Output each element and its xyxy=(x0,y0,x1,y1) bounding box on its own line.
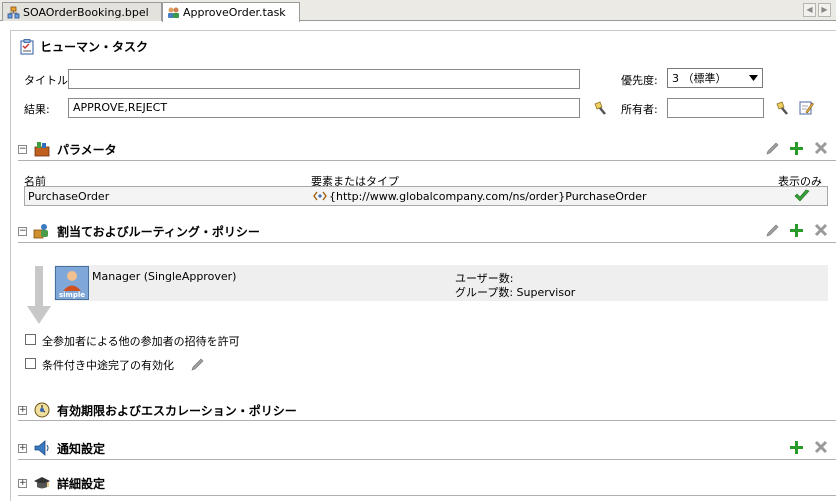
section-divider xyxy=(18,242,836,243)
pencil-icon xyxy=(766,224,778,236)
owner-browse-button[interactable] xyxy=(774,100,790,116)
section-divider xyxy=(18,459,836,460)
delete-notification-button[interactable] xyxy=(813,439,829,455)
priority-label: 優先度: xyxy=(621,74,658,87)
plus-icon xyxy=(789,440,803,454)
pencil-icon xyxy=(766,142,778,154)
section-title: 通知設定 xyxy=(57,441,106,456)
scroll-tabs-left-button[interactable]: ◀ xyxy=(803,3,816,17)
element-type-icon xyxy=(313,191,327,201)
add-notification-button[interactable] xyxy=(788,439,804,455)
section-title: 詳細設定 xyxy=(57,476,106,491)
expand-icon[interactable]: + xyxy=(18,443,27,453)
outcome-browse-button[interactable] xyxy=(592,100,608,116)
page-title-text: ヒューマン・タスク xyxy=(40,40,149,54)
bpel-icon xyxy=(7,6,20,18)
priority-value: 3 （標準） xyxy=(672,72,727,85)
expiration-section-header[interactable]: + 有効期限およびエスカレーション・ポリシー xyxy=(18,401,297,419)
plus-icon xyxy=(789,223,803,237)
allow-invite-label: 全参加者による他の参加者の招待を許可 xyxy=(42,335,240,348)
participant-badge: simple xyxy=(58,291,86,299)
section-divider xyxy=(18,420,836,421)
routing-arrow-icon xyxy=(27,266,51,324)
tab-label: ApproveOrder.task xyxy=(183,6,286,19)
page-title: ヒューマン・タスク xyxy=(20,38,148,55)
allow-invite-checkbox[interactable] xyxy=(25,334,36,345)
tab-label: SOAOrderBooking.bpel xyxy=(23,5,149,19)
add-assignment-button[interactable] xyxy=(788,222,804,238)
participant-name: Manager (SingleApprover) xyxy=(92,270,237,283)
section-title: パラメータ xyxy=(57,142,117,157)
expiration-icon xyxy=(34,402,50,418)
readonly-checkmark[interactable] xyxy=(794,187,810,203)
edit-document-icon xyxy=(799,101,814,114)
owner-input[interactable] xyxy=(667,98,764,118)
owner-label: 所有者: xyxy=(621,103,658,116)
title-input[interactable] xyxy=(68,69,580,89)
owner-edit-button[interactable] xyxy=(798,99,814,115)
outcome-label: 結果: xyxy=(24,103,50,116)
section-title: 割当ておよびルーティング・ポリシー xyxy=(57,224,260,239)
parameter-name-cell: PurchaseOrder xyxy=(28,190,110,203)
chevron-down-icon xyxy=(749,75,758,81)
delete-parameter-button[interactable] xyxy=(813,140,829,156)
collapse-icon[interactable]: − xyxy=(18,226,27,236)
notification-icon xyxy=(34,440,49,456)
plus-icon xyxy=(789,141,803,155)
expand-icon[interactable]: + xyxy=(18,478,27,488)
early-completion-checkbox[interactable] xyxy=(25,358,36,369)
task-icon xyxy=(168,7,179,18)
advanced-section-header[interactable]: + 詳細設定 xyxy=(18,474,105,492)
edit-assignment-button[interactable] xyxy=(764,222,780,238)
edit-parameter-button[interactable] xyxy=(764,140,780,156)
scroll-tabs-right-button[interactable]: ▶ xyxy=(818,3,831,17)
groups-label: グループ数: Supervisor xyxy=(455,286,576,299)
flashlight-icon xyxy=(775,100,788,115)
tab-approveorder[interactable]: ApproveOrder.task xyxy=(162,2,300,22)
section-title: 有効期限およびエスカレーション・ポリシー xyxy=(57,403,297,418)
edit-early-completion-button[interactable] xyxy=(189,356,205,372)
collapse-icon[interactable]: − xyxy=(18,144,27,154)
parameters-icon xyxy=(34,142,50,157)
early-completion-label: 条件付き中途完了の有効化 xyxy=(42,359,174,372)
delete-icon xyxy=(814,141,828,155)
delete-icon xyxy=(814,440,828,454)
parameters-section-header[interactable]: − パラメータ xyxy=(18,140,117,158)
pencil-icon xyxy=(191,358,203,370)
outcome-input[interactable]: APPROVE,REJECT xyxy=(68,98,580,118)
tab-soaorderbooking[interactable]: SOAOrderBooking.bpel xyxy=(2,2,162,21)
delete-icon xyxy=(814,223,828,237)
assignment-section-header[interactable]: − 割当ておよびルーティング・ポリシー xyxy=(18,222,260,240)
delete-assignment-button[interactable] xyxy=(813,222,829,238)
user-icon xyxy=(63,271,81,291)
section-divider xyxy=(18,495,836,496)
parameter-type-cell: {http://www.globalcompany.com/ns/order}P… xyxy=(329,190,647,203)
flashlight-icon xyxy=(593,100,606,115)
task-form-icon xyxy=(20,38,34,54)
priority-select[interactable]: 3 （標準） xyxy=(667,68,763,88)
add-parameter-button[interactable] xyxy=(788,140,804,156)
notification-section-header[interactable]: + 通知設定 xyxy=(18,439,105,457)
title-label: タイトル: xyxy=(24,74,72,87)
advanced-icon xyxy=(34,477,50,489)
checkmark-icon xyxy=(794,189,810,201)
expand-icon[interactable]: + xyxy=(18,405,27,415)
section-divider xyxy=(18,160,836,161)
assignment-icon xyxy=(33,224,48,239)
participant-avatar: simple xyxy=(55,266,89,300)
